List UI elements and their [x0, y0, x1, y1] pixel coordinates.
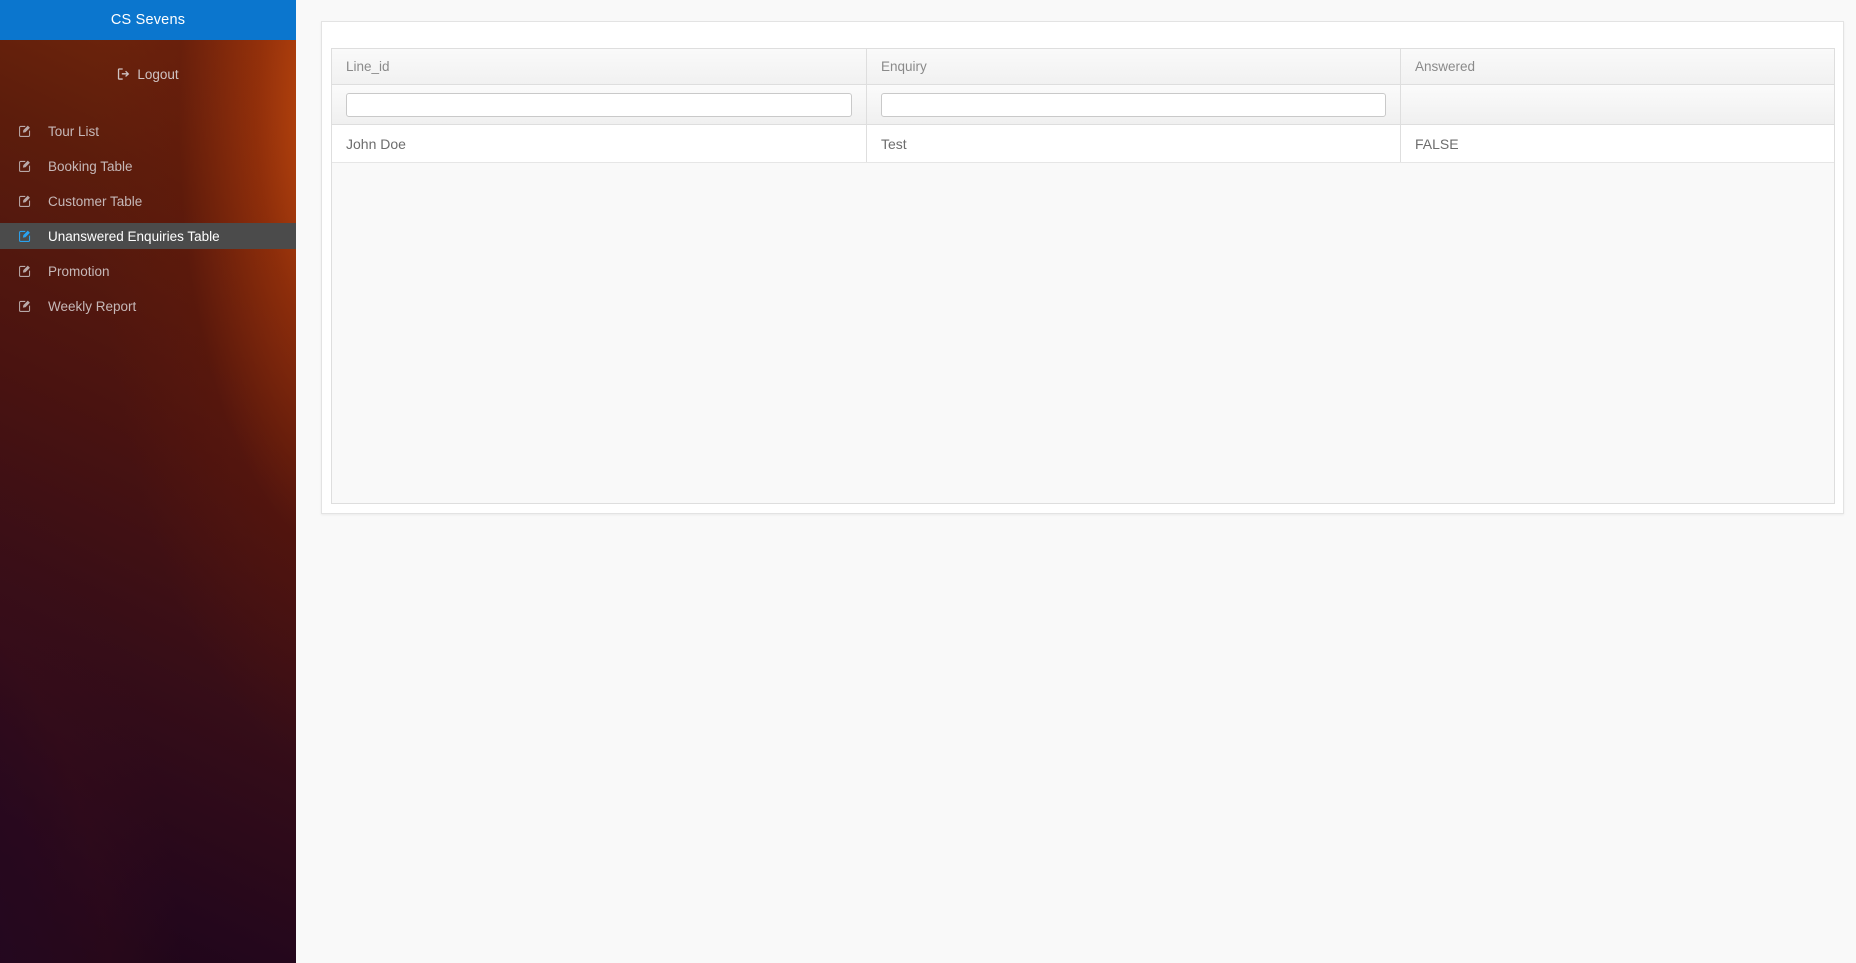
sidebar-item-unanswered-enquiries-table[interactable]: Unanswered Enquiries Table: [0, 223, 296, 249]
edit-square-icon: [18, 264, 44, 278]
sidebar-item-customer-table[interactable]: Customer Table: [0, 188, 296, 214]
sidebar-item-promotion[interactable]: Promotion: [0, 258, 296, 284]
cell-answered: FALSE: [1400, 125, 1834, 162]
app-root: CS Sevens Logout Tour List Booking Table…: [0, 0, 1856, 963]
sidebar: CS Sevens Logout Tour List Booking Table…: [0, 0, 296, 963]
edit-square-icon: [18, 299, 44, 313]
enquiries-table: Line_id Enquiry Answered John Doe Test F…: [331, 48, 1835, 504]
edit-square-icon: [18, 194, 44, 208]
filter-input-enquiry[interactable]: [881, 92, 1386, 117]
brand-title: CS Sevens: [110, 12, 186, 28]
edit-square-icon: [18, 159, 44, 173]
logout-button[interactable]: Logout: [0, 54, 296, 94]
menu-spacer: [0, 284, 296, 293]
table-header-row: Line_id Enquiry Answered: [332, 49, 1834, 85]
sidebar-item-weekly-report[interactable]: Weekly Report: [0, 293, 296, 319]
cell-line-id: John Doe: [346, 135, 406, 152]
sidebar-menu: Tour List Booking Table Customer Table U…: [0, 118, 296, 319]
column-header-line-id[interactable]: Line_id: [332, 49, 866, 84]
logout-label: Logout: [137, 66, 179, 82]
sidebar-item-label: Weekly Report: [48, 298, 137, 314]
table-empty-space: [332, 163, 1834, 503]
filter-cell-enquiry: [866, 85, 1400, 124]
sidebar-item-label: Promotion: [48, 263, 110, 279]
menu-spacer: [0, 249, 296, 258]
table-row[interactable]: John Doe Test FALSE: [332, 125, 1834, 163]
table-filter-row: [332, 85, 1834, 125]
filter-input-line-id[interactable]: [346, 92, 852, 117]
filter-cell-line-id: [332, 85, 866, 124]
sidebar-item-label: Unanswered Enquiries Table: [48, 228, 220, 244]
menu-spacer: [0, 179, 296, 188]
menu-spacer: [0, 144, 296, 153]
sidebar-item-label: Customer Table: [48, 193, 143, 209]
enquiries-panel: Line_id Enquiry Answered John Doe Test F…: [321, 21, 1844, 514]
column-header-enquiry[interactable]: Enquiry: [866, 49, 1400, 84]
sidebar-item-booking-table[interactable]: Booking Table: [0, 153, 296, 179]
sidebar-brand[interactable]: CS Sevens: [0, 0, 296, 40]
edit-square-icon: [18, 229, 44, 243]
sidebar-item-tour-list[interactable]: Tour List: [0, 118, 296, 144]
cell-enquiry: Test: [866, 125, 1400, 162]
sidebar-item-label: Booking Table: [48, 158, 133, 174]
sidebar-item-label: Tour List: [48, 123, 100, 139]
sign-out-icon: [117, 67, 131, 81]
menu-spacer: [0, 214, 296, 223]
content-area: Line_id Enquiry Answered John Doe Test F…: [296, 0, 1856, 963]
filter-cell-answered: [1400, 85, 1834, 124]
column-header-answered[interactable]: Answered: [1400, 49, 1834, 84]
edit-square-icon: [18, 124, 44, 138]
